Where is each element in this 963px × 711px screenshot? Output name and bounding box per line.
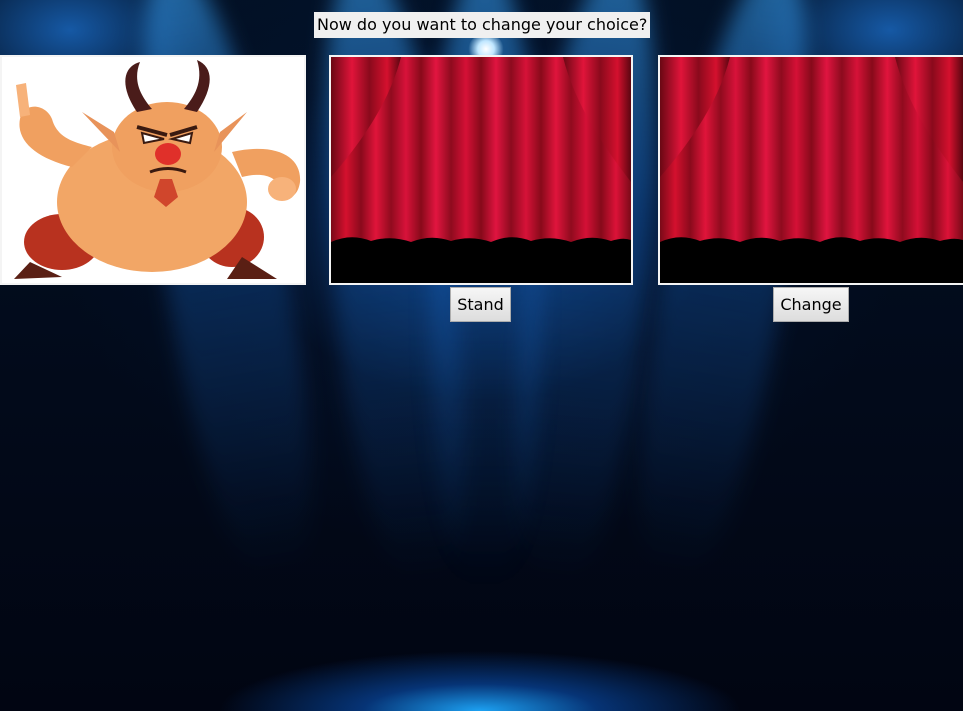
goat-character-image — [2, 57, 304, 283]
stand-button[interactable]: Stand — [450, 287, 511, 322]
stage-curtain-image — [331, 57, 631, 283]
door-2-curtain[interactable] — [329, 55, 633, 285]
door-1-revealed — [0, 55, 306, 285]
change-button[interactable]: Change — [773, 287, 849, 322]
prompt-label: Now do you want to change your choice? — [314, 12, 651, 38]
door-3-curtain[interactable] — [658, 55, 963, 285]
stage-curtain-image — [660, 57, 963, 283]
